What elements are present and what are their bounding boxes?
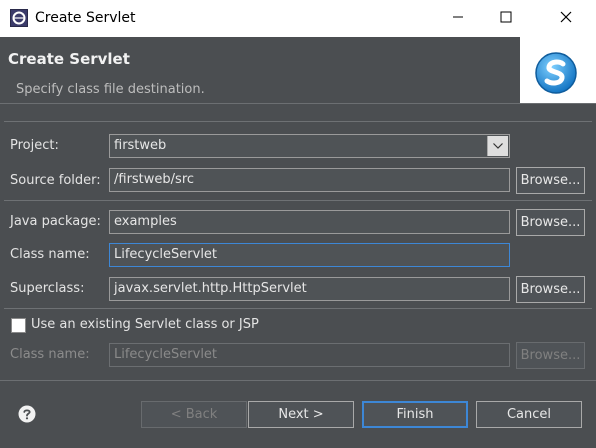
maximize-icon: [500, 11, 512, 27]
wizard-description: Specify class file destination.: [16, 82, 205, 97]
form-top-separator: [4, 121, 592, 122]
browse-label: Browse...: [520, 282, 581, 297]
back-button: < Back: [141, 401, 247, 428]
source-folder-browse-button[interactable]: Browse...: [516, 167, 585, 194]
use-existing-label[interactable]: Use an existing Servlet class or JSP: [31, 317, 259, 332]
maximize-button[interactable]: [482, 0, 530, 37]
form-separator-2: [4, 308, 592, 309]
browse-label: Browse...: [520, 348, 581, 363]
wizard-title: Create Servlet: [8, 50, 130, 68]
footer-separator: [0, 380, 596, 381]
source-folder-label: Source folder:: [10, 173, 101, 188]
help-icon: [18, 405, 36, 427]
existing-class-name-input: LifecycleServlet: [109, 343, 510, 367]
project-dropdown-button[interactable]: [487, 136, 508, 156]
existing-class-browse-button: Browse...: [516, 342, 585, 369]
class-name-label: Class name:: [10, 247, 90, 262]
servlet-wizard-icon: [534, 51, 578, 99]
title-bar: Create Servlet: [0, 0, 596, 37]
superclass-browse-button[interactable]: Browse...: [516, 276, 585, 303]
next-label: Next >: [278, 407, 324, 422]
project-combo[interactable]: firstweb: [109, 134, 510, 158]
form-separator-1: [4, 200, 592, 201]
finish-label: Finish: [396, 407, 434, 422]
java-package-input[interactable]: examples: [109, 210, 510, 234]
java-package-label: Java package:: [10, 214, 101, 229]
project-label: Project:: [10, 138, 59, 153]
source-folder-input[interactable]: /firstweb/src: [109, 168, 510, 192]
close-icon: [560, 11, 572, 27]
finish-button[interactable]: Finish: [362, 401, 468, 428]
project-value: firstweb: [114, 138, 167, 153]
eclipse-app-icon: [10, 9, 28, 27]
chevron-down-icon: [493, 135, 503, 157]
cancel-button[interactable]: Cancel: [476, 401, 582, 428]
wizard-banner: [520, 37, 596, 103]
superclass-input[interactable]: javax.servlet.http.HttpServlet: [109, 277, 510, 301]
cancel-label: Cancel: [506, 407, 552, 422]
superclass-label: Superclass:: [10, 281, 85, 296]
back-label: < Back: [170, 407, 218, 422]
browse-label: Browse...: [520, 173, 581, 188]
java-package-browse-button[interactable]: Browse...: [516, 209, 585, 236]
window-title: Create Servlet: [35, 10, 136, 26]
close-button[interactable]: [542, 0, 590, 37]
use-existing-checkbox[interactable]: [11, 318, 26, 333]
class-name-input[interactable]: LifecycleServlet: [109, 243, 510, 267]
minimize-icon: [452, 11, 464, 27]
existing-class-name-label: Class name:: [10, 347, 90, 362]
help-button[interactable]: [18, 405, 36, 427]
header-separator: [0, 103, 596, 104]
next-button[interactable]: Next >: [248, 401, 354, 428]
wizard-header: Create Servlet Specify class file destin…: [0, 37, 596, 103]
minimize-button[interactable]: [434, 0, 482, 37]
browse-label: Browse...: [520, 215, 581, 230]
